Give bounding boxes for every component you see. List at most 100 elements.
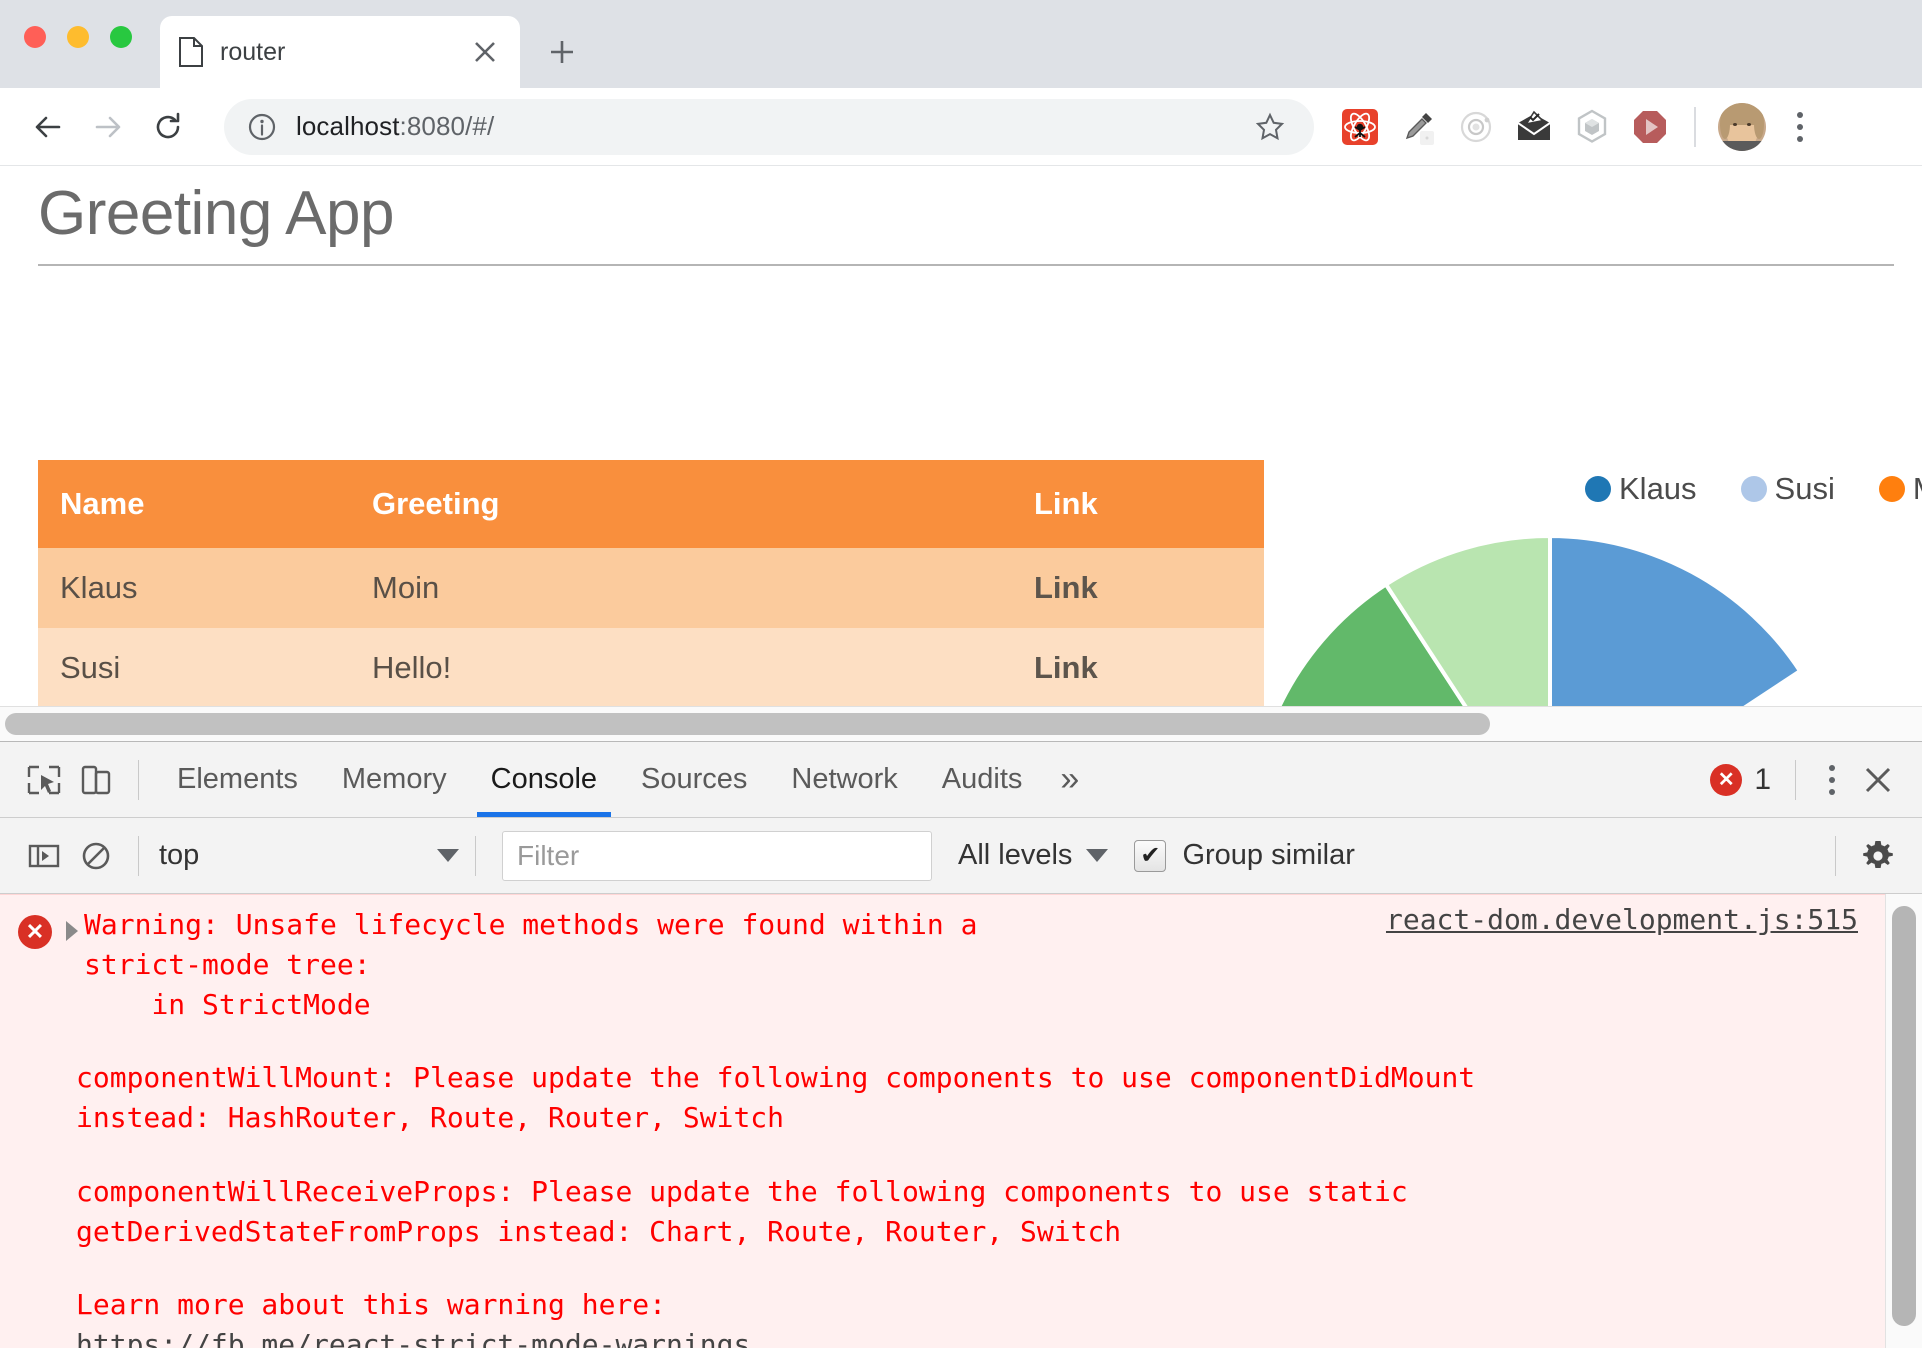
- tab-audits[interactable]: Audits: [920, 743, 1045, 817]
- bookmark-star-icon[interactable]: [1248, 104, 1292, 149]
- back-button[interactable]: [22, 101, 74, 153]
- hexagon-cube-icon[interactable]: [1570, 105, 1614, 149]
- legend-color-swatch: [1878, 476, 1905, 502]
- legend-item[interactable]: M: [1878, 471, 1922, 507]
- cell-name: Susi: [38, 628, 350, 706]
- scrollbar-thumb[interactable]: [1892, 906, 1916, 1326]
- group-similar-checkbox[interactable]: ✔: [1134, 839, 1167, 872]
- legend-color-swatch: [1740, 476, 1767, 502]
- console-source-link[interactable]: react-dom.development.js:515: [1386, 903, 1858, 936]
- cell-link[interactable]: Link: [1012, 628, 1264, 706]
- toolbar-divider: [475, 835, 476, 876]
- tab-memory[interactable]: Memory: [320, 743, 469, 817]
- tab-network[interactable]: Network: [769, 743, 919, 817]
- avatar[interactable]: [1718, 102, 1766, 151]
- minimize-window-button[interactable]: [67, 26, 89, 48]
- cell-link[interactable]: Link: [1012, 548, 1264, 628]
- page-horizontal-scrollbar[interactable]: [0, 706, 1922, 741]
- console-filter-bar: top Filter All levels ✔ Group similar: [0, 818, 1922, 894]
- console-message-paragraph: Learn more about this warning here:: [76, 1288, 667, 1322]
- pie-graphic: Paul Klaus Al: [1240, 526, 1860, 706]
- forward-button[interactable]: [82, 101, 134, 153]
- table-header-row: Name Greeting Link: [38, 460, 1264, 548]
- legend-item[interactable]: Susi: [1740, 471, 1835, 507]
- devtools-kebab-menu-icon[interactable]: [1812, 756, 1852, 804]
- table-row: Klaus Moin Link: [38, 548, 1264, 628]
- chevron-down-icon: [437, 849, 459, 862]
- chevron-down-icon: [1086, 849, 1109, 862]
- browser-window: router localhost:8080/#/ Greeting App Na…: [0, 0, 1922, 1348]
- page-viewport: Greeting App Name Greeting Link Klaus Mo…: [0, 166, 1922, 706]
- tab-console[interactable]: Console: [469, 743, 619, 817]
- expand-triangle-icon[interactable]: [66, 921, 78, 941]
- url-text: localhost:8080/#/: [296, 111, 1248, 142]
- page-title: Greeting App: [38, 179, 394, 248]
- clear-console-icon[interactable]: [70, 830, 122, 882]
- browser-tab[interactable]: router: [160, 16, 520, 88]
- mail-envelope-icon[interactable]: [1512, 105, 1556, 149]
- legend-color-swatch: [1585, 476, 1611, 502]
- log-level-select[interactable]: All levels: [958, 839, 1109, 872]
- error-count-badge[interactable]: ✕ 1: [1710, 763, 1771, 797]
- close-tab-button[interactable]: [468, 35, 502, 69]
- gear-icon[interactable]: [1852, 830, 1904, 882]
- error-x-icon: ✕: [1710, 763, 1743, 796]
- tab-elements[interactable]: Elements: [155, 743, 320, 817]
- legend-item[interactable]: Klaus: [1585, 471, 1697, 507]
- console-error-message[interactable]: ✕ Warning: Unsafe lifecycle methods were…: [0, 894, 1922, 1348]
- toolbar-divider: [138, 759, 139, 800]
- tab-sources[interactable]: Sources: [619, 743, 769, 817]
- color-picker-eyedropper-icon[interactable]: [1396, 105, 1440, 149]
- toolbar-divider: [138, 835, 139, 876]
- address-bar[interactable]: localhost:8080/#/: [224, 98, 1314, 155]
- document-icon: [178, 37, 204, 67]
- execution-context-select[interactable]: top: [159, 839, 459, 872]
- console-output[interactable]: ✕ Warning: Unsafe lifecycle methods were…: [0, 894, 1922, 1348]
- device-toolbar-icon[interactable]: [70, 754, 122, 806]
- new-tab-button[interactable]: [540, 30, 584, 74]
- scrollbar-thumb[interactable]: [5, 713, 1490, 735]
- console-vertical-scrollbar[interactable]: [1885, 894, 1922, 1348]
- legend-label: Susi: [1774, 471, 1835, 506]
- console-message-paragraph: componentWillReceiveProps: Please update…: [76, 1174, 1408, 1248]
- console-filter-input[interactable]: Filter: [502, 830, 932, 881]
- group-similar-toggle[interactable]: ✔ Group similar: [1134, 839, 1355, 872]
- column-header-greeting: Greeting: [350, 460, 1012, 548]
- console-sidebar-icon[interactable]: [18, 830, 70, 882]
- chart-legend: Klaus Susi M: [1585, 471, 1922, 507]
- greeting-app-page: Greeting App Name Greeting Link Klaus Mo…: [0, 166, 1922, 706]
- legend-label: Klaus: [1619, 471, 1697, 506]
- orbit-ring-icon[interactable]: [1454, 105, 1498, 149]
- devtools-panel: Elements Memory Console Sources Network …: [0, 741, 1922, 1348]
- devtools-tabbar: Elements Memory Console Sources Network …: [0, 742, 1922, 818]
- url-path: :8080/#/: [399, 111, 495, 141]
- tab-title: router: [220, 37, 286, 66]
- console-message-link-line: https://fb.me/react-strict-mode-warnings: [0, 1325, 1862, 1348]
- more-tabs-chevron-icon[interactable]: »: [1044, 743, 1095, 817]
- console-message-paragraph: componentWillMount: Please update the fo…: [76, 1061, 1476, 1134]
- maximize-window-button[interactable]: [110, 26, 132, 48]
- toolbar-divider: [1694, 106, 1696, 147]
- info-circle-icon[interactable]: [246, 111, 278, 143]
- error-x-icon: ✕: [18, 915, 52, 949]
- pie-chart: Klaus Susi M: [1277, 416, 1922, 706]
- reload-button[interactable]: [142, 101, 194, 153]
- toolbar-divider: [1835, 835, 1836, 876]
- title-divider: [38, 264, 1894, 267]
- react-strict-mode-warnings-link[interactable]: https://fb.me/react-strict-mode-warnings: [76, 1328, 750, 1348]
- close-devtools-icon[interactable]: [1852, 754, 1904, 806]
- legend-label: M: [1913, 471, 1922, 507]
- url-host: localhost: [296, 111, 400, 141]
- cell-greeting: Hello!: [350, 628, 1012, 706]
- error-count: 1: [1754, 762, 1771, 796]
- cell-greeting: Moin: [350, 548, 1012, 628]
- react-devtools-icon[interactable]: [1338, 105, 1382, 149]
- table-row: Susi Hello! Link: [38, 628, 1264, 706]
- inspect-element-icon[interactable]: [18, 754, 70, 806]
- close-window-button[interactable]: [24, 26, 46, 48]
- browser-toolbar: localhost:8080/#/: [0, 88, 1922, 166]
- toolbar-divider: [1795, 759, 1796, 800]
- red-octagon-play-icon[interactable]: [1628, 105, 1672, 149]
- kebab-menu-icon[interactable]: [1780, 103, 1820, 151]
- cell-name: Klaus: [38, 548, 350, 628]
